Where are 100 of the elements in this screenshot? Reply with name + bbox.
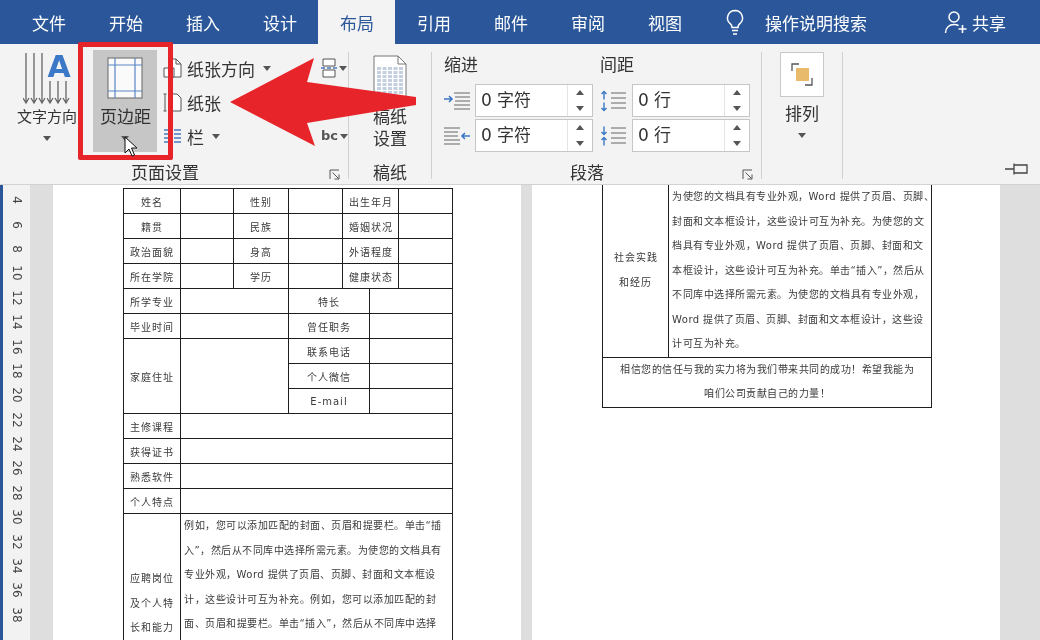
- caret-up-icon: [733, 90, 741, 96]
- table-cell: [288, 238, 343, 264]
- table-cell: 个人微信: [288, 363, 370, 389]
- columns-button[interactable]: 栏: [160, 119, 220, 153]
- margins-icon: [107, 57, 143, 99]
- table-cell: 民族: [233, 213, 289, 239]
- arrange-icon: [780, 52, 824, 97]
- ribbon-tab[interactable]: 审阅: [549, 0, 626, 44]
- dialog-launcher-icon[interactable]: [329, 169, 340, 180]
- paper-size-button[interactable]: 纸张: [160, 85, 221, 119]
- text-direction-button[interactable]: A 文字方向: [6, 50, 88, 152]
- table-cell: 个人特点: [123, 488, 181, 514]
- ruler-number: 24: [9, 436, 24, 452]
- table-cell: 熟悉软件: [123, 463, 181, 489]
- ruler-number: 6: [9, 220, 24, 229]
- table-cell: 所学专业: [123, 288, 181, 314]
- lightbulb-icon: [725, 8, 745, 36]
- caret-down-icon: [576, 105, 584, 111]
- ruler-number: 26: [9, 460, 24, 477]
- indent-right-icon: [443, 125, 471, 146]
- table-cell: 所在学院: [123, 263, 181, 289]
- group-label: 页面设置: [130, 161, 199, 184]
- table-cell: [398, 263, 453, 289]
- caret-icon: [263, 65, 271, 71]
- table-cell: 特长: [288, 288, 370, 314]
- table-cell: 健康状态: [342, 263, 399, 289]
- ribbon-tab[interactable]: 插入: [164, 0, 241, 44]
- person-plus-icon: [944, 10, 968, 34]
- table-cell: E-mail: [288, 388, 370, 414]
- share-button[interactable]: 共享: [944, 0, 1006, 44]
- ribbon-tab[interactable]: 文件: [10, 0, 87, 44]
- indent-left-field[interactable]: 0 字符: [475, 84, 593, 117]
- table-cell: 毕业时间: [123, 313, 181, 339]
- table-cell: 联系电话: [288, 338, 370, 364]
- table-cell: [398, 213, 453, 239]
- table-cell: [180, 263, 234, 289]
- cursor-icon: [124, 136, 138, 157]
- caret-icon: [798, 133, 806, 138]
- ruler-number: 30: [9, 509, 24, 525]
- tell-me-search[interactable]: 操作说明搜索: [765, 0, 867, 44]
- ruler-number: 22: [9, 412, 24, 428]
- ruler-number: 14: [9, 314, 24, 330]
- caret-icon: [339, 65, 347, 71]
- caret-icon: [212, 133, 220, 139]
- spacing-after-field[interactable]: 0 行: [632, 119, 750, 152]
- indent-left-icon: [443, 90, 471, 111]
- caret-up-icon: [733, 125, 741, 131]
- ribbon-tab[interactable]: 布局: [318, 0, 395, 44]
- pin-icon[interactable]: [1004, 162, 1030, 176]
- ruler-number: 38: [9, 607, 24, 623]
- section-label: 间距: [600, 54, 635, 77]
- table-cell: 学历: [233, 263, 289, 289]
- ribbon-tab[interactable]: 邮件: [472, 0, 549, 44]
- table-cell: 出生年月: [342, 188, 399, 214]
- margins-button[interactable]: 页边距: [93, 50, 157, 152]
- ruler-number: 16: [9, 338, 24, 355]
- arrange-button[interactable]: 排列: [762, 50, 842, 152]
- ruler-number: 32: [9, 534, 24, 550]
- table-cell: 获得证书: [123, 438, 181, 464]
- table-cell: [180, 213, 234, 239]
- ribbon-tab[interactable]: 视图: [626, 0, 703, 44]
- spacing-before-icon: [600, 88, 628, 113]
- caret-up-icon: [576, 125, 584, 131]
- table-cell: 家庭住址: [123, 338, 181, 414]
- ruler-number: 28: [9, 485, 24, 501]
- caret-icon: [43, 136, 51, 141]
- table-cell: 政治面貌: [123, 238, 181, 264]
- hyphenation-button[interactable]: bc: [321, 128, 348, 144]
- table-cell: 身高: [233, 238, 289, 264]
- table-cell: 相信您的信任与我的实力将为我们带来共同的成功！希望我能为 咱们公司贡献自己的力量！: [602, 357, 932, 407]
- ruler-number: 18: [9, 363, 24, 379]
- ruler-number: 8: [9, 245, 24, 253]
- dialog-launcher-icon[interactable]: [742, 169, 753, 180]
- page-orientation-icon: [163, 58, 182, 78]
- table-cell: 婚姻状况: [342, 213, 399, 239]
- ribbon-tab[interactable]: 开始: [87, 0, 164, 44]
- indent-right-field[interactable]: 0 字符: [475, 119, 593, 152]
- orientation-button[interactable]: 纸张方向: [160, 51, 271, 85]
- table-cell: 主修课程: [123, 413, 181, 439]
- ruler-number: 20: [9, 387, 24, 403]
- ribbon-tab[interactable]: 引用: [395, 0, 472, 44]
- table-cell: [288, 213, 343, 239]
- table-cell: 外语程度: [342, 238, 399, 264]
- caret-down-icon: [733, 105, 741, 111]
- table-cell: 姓名: [123, 188, 181, 214]
- ribbon-tab[interactable]: 设计: [241, 0, 318, 44]
- caret-icon: [340, 133, 348, 139]
- table-cell: [288, 263, 343, 289]
- caret-up-icon: [576, 90, 584, 96]
- table-cell: 性别: [233, 188, 289, 214]
- breaks-button[interactable]: [321, 58, 347, 78]
- columns-icon: [163, 128, 182, 144]
- ruler-number: 4: [9, 196, 24, 204]
- table-cell: 应聘岗位及个人特长和能力: [123, 513, 181, 640]
- ruler-number: 34: [9, 558, 24, 574]
- spacing-before-field[interactable]: 0 行: [632, 84, 750, 117]
- table-cell: 籍贯: [123, 213, 181, 239]
- table-cell: [180, 238, 234, 264]
- ruler-number: 10: [9, 265, 24, 281]
- ruler-number: 36: [9, 582, 24, 599]
